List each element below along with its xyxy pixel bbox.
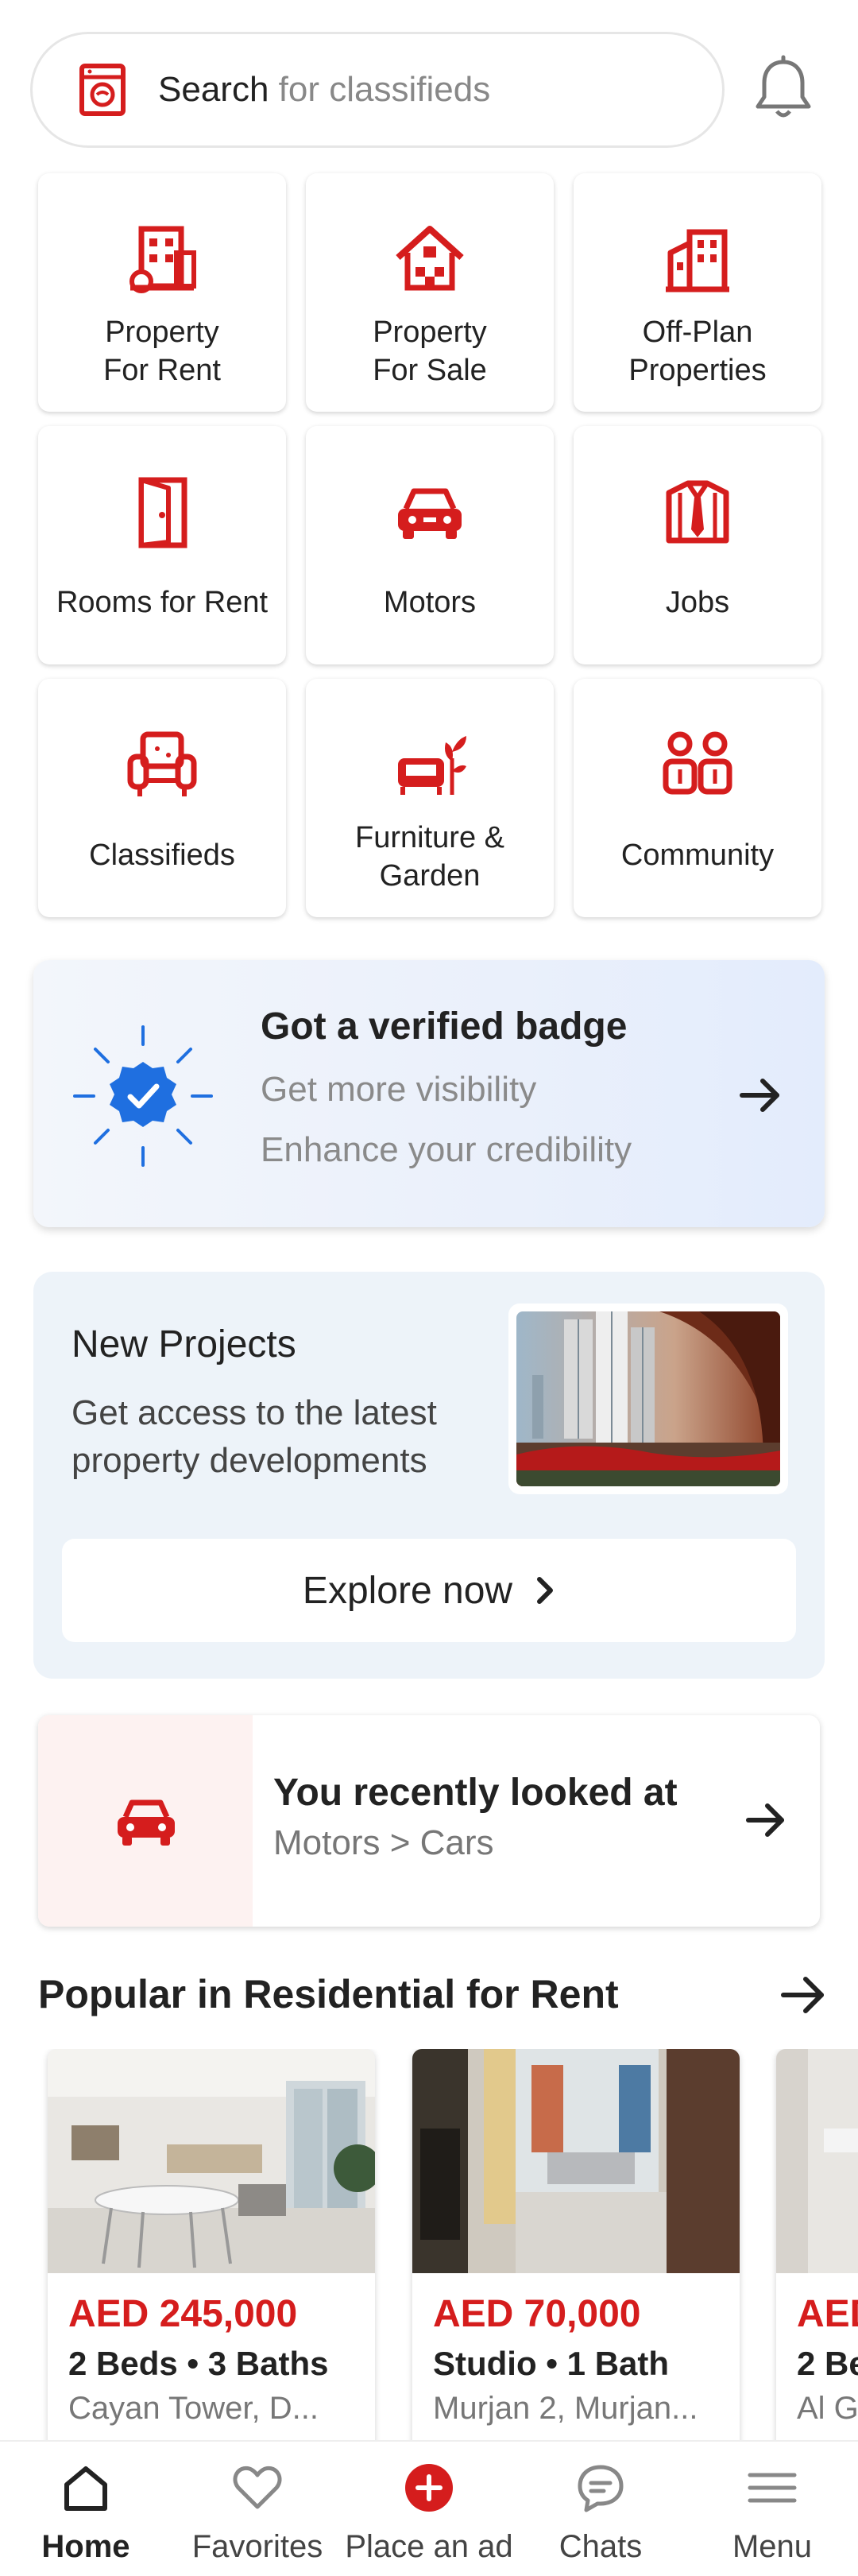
car-icon (118, 1799, 175, 1846)
category-label: Furniture & Garden (355, 821, 504, 893)
listing-photo (776, 2049, 858, 2273)
nav-chats[interactable]: Chats (515, 2442, 686, 2576)
category-rooms-for-rent[interactable]: Rooms for Rent (38, 426, 286, 664)
listing-card[interactable]: AED 70,000 Studio • 1 Bath Murjan 2, Mur… (412, 2049, 740, 2440)
verified-line2: Enhance your credibility (261, 1130, 632, 1169)
category-label: Property For Sale (373, 316, 487, 387)
listing-price: AED 245,000 (68, 2293, 298, 2335)
nav-home[interactable]: Home (0, 2442, 172, 2576)
nav-place-ad[interactable]: Place an ad (343, 2442, 515, 2576)
category-furniture-garden[interactable]: Furniture & Garden (306, 679, 554, 917)
listing-card[interactable]: AED 245,000 2 Beds • 3 Baths Cayan Tower… (48, 2049, 375, 2440)
recent-path: Motors > Cars (273, 1823, 494, 1862)
arrow-right-icon (740, 1079, 779, 1112)
nav-favorites[interactable]: Favorites (172, 2442, 343, 2576)
category-classifieds[interactable]: Classifieds (38, 679, 286, 917)
hamburger-menu-icon (748, 2473, 797, 2503)
listing-location: Cayan Tower, D... (68, 2391, 319, 2426)
verified-badge-icon (73, 1025, 213, 1167)
listing-price: AED 70,000 (433, 2293, 641, 2335)
category-label: Property For Rent (103, 316, 221, 387)
listing-carousel[interactable]: AED 245,000 2 Beds • 3 Baths Cayan Tower… (0, 2049, 858, 2440)
building-render-image (516, 1311, 780, 1486)
chat-bubble-icon (578, 2465, 624, 2512)
search-input[interactable]: Search for classifieds (158, 70, 490, 110)
category-label: Jobs (665, 586, 730, 619)
house-icon (396, 226, 464, 291)
category-label: Off-Plan Properties (628, 316, 767, 387)
listing-location: Al G (797, 2391, 858, 2426)
new-projects-title: New Projects (72, 1323, 296, 1365)
category-label: Motors (383, 586, 477, 619)
category-community[interactable]: Community (574, 679, 821, 917)
car-icon (398, 488, 462, 539)
bell-icon[interactable] (750, 54, 817, 126)
listing-location: Murjan 2, Murjan... (433, 2391, 698, 2426)
chevron-right-icon (537, 1577, 554, 1604)
bottom-navigation: Home Favorites Place an ad Chats Menu (0, 2440, 858, 2576)
category-label: Rooms for Rent (56, 586, 269, 619)
category-property-for-sale[interactable]: Property For Sale (306, 173, 554, 412)
popular-section-heading: Popular in Residential for Rent (38, 1972, 619, 2016)
new-projects-image (508, 1303, 788, 1494)
door-icon (138, 477, 187, 548)
listing-photo (412, 2049, 740, 2273)
new-projects-description: Get access to the latest property develo… (72, 1393, 437, 1480)
arrow-right-icon (746, 1803, 784, 1837)
listing-details: 2 Be (797, 2345, 858, 2382)
sofa-plant-icon (398, 736, 466, 795)
nav-label: Favorites (191, 2529, 323, 2564)
listing-details: Studio • 1 Bath (433, 2345, 670, 2382)
building-icon (129, 226, 196, 293)
nav-menu[interactable]: Menu (686, 2442, 858, 2576)
category-off-plan-properties[interactable]: Off-Plan Properties (574, 173, 821, 412)
tower-icon (666, 229, 729, 292)
category-jobs[interactable]: Jobs (574, 426, 821, 664)
search-bar[interactable]: Search for classifieds (30, 32, 725, 148)
washing-machine-icon (79, 64, 126, 116)
recent-title: You recently looked at (273, 1772, 678, 1814)
listing-card[interactable]: AED 2 Be Al G (776, 2049, 858, 2440)
people-icon (663, 731, 732, 795)
category-motors[interactable]: Motors (306, 426, 554, 664)
nav-label: Menu (732, 2529, 813, 2564)
armchair-icon (127, 731, 197, 796)
search-row: Search for classifieds (30, 32, 826, 149)
home-icon (64, 2466, 107, 2511)
nav-label: Home (41, 2529, 130, 2564)
arrow-right-icon[interactable] (777, 1971, 829, 2019)
listing-price: AED (797, 2293, 858, 2335)
explore-now-button[interactable]: Explore now (62, 1539, 796, 1642)
recently-viewed-card[interactable]: You recently looked at Motors > Cars (38, 1715, 820, 1927)
shirt-tie-icon (666, 480, 729, 544)
search-placeholder: for classifieds (278, 70, 491, 109)
nav-label: Place an ad (345, 2529, 513, 2564)
category-label: Classifieds (89, 839, 235, 872)
heart-icon (233, 2466, 282, 2509)
nav-label: Chats (558, 2529, 643, 2564)
category-property-for-rent[interactable]: Property For Rent (38, 173, 286, 412)
verified-badge-banner[interactable]: Got a verified badge Get more visibility… (33, 960, 825, 1227)
listing-photo (48, 2049, 375, 2273)
explore-now-label: Explore now (302, 1569, 513, 1612)
plus-circle-icon (405, 2464, 453, 2512)
category-label: Community (620, 839, 775, 872)
listing-details: 2 Beds • 3 Baths (68, 2345, 329, 2382)
verified-line1: Get more visibility (261, 1070, 537, 1109)
new-projects-card: New Projects Get access to the latest pr… (33, 1272, 825, 1679)
verified-title: Got a verified badge (261, 1005, 628, 1048)
